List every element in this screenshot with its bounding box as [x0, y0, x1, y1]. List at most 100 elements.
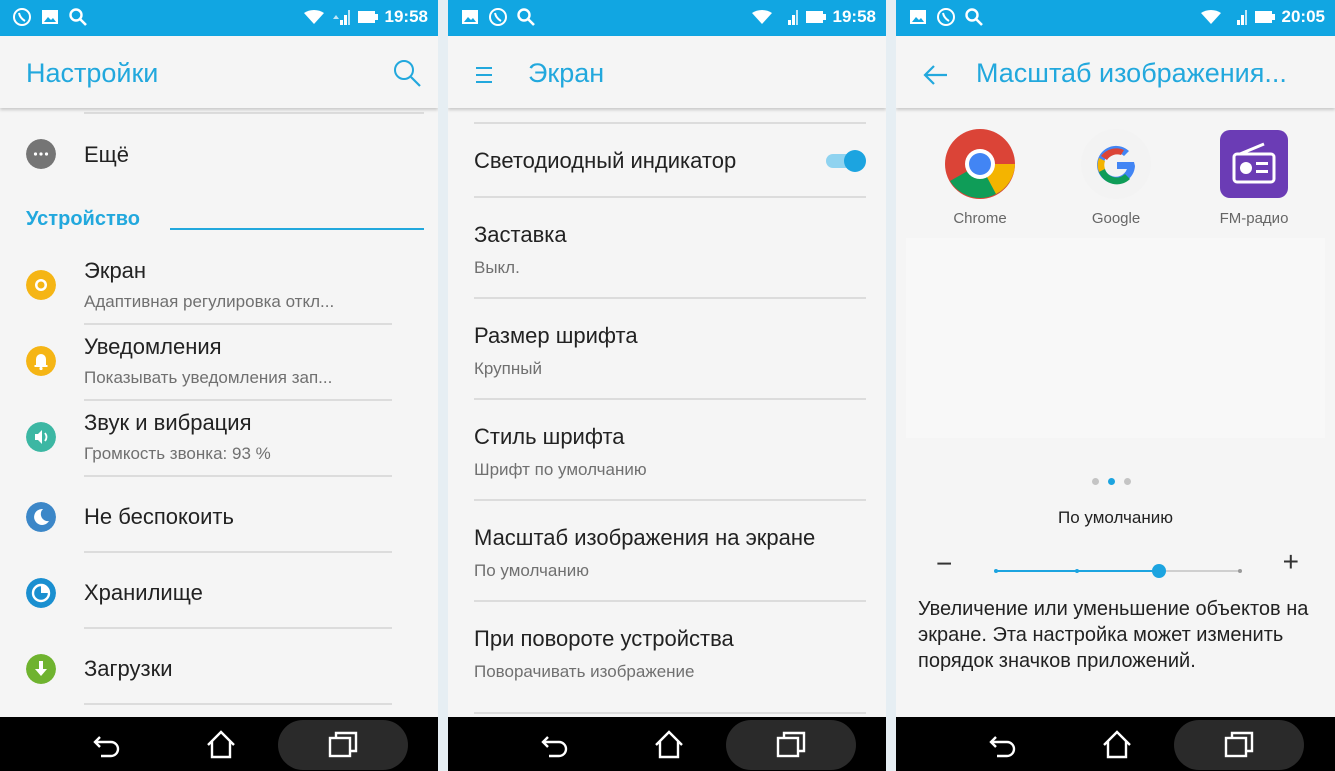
led-indicator-toggle[interactable] [826, 150, 866, 172]
divider [84, 551, 392, 553]
setting-summary: По умолчанию [474, 561, 589, 580]
setting-font-style[interactable]: Стиль шрифта Шрифт по умолчанию [474, 400, 866, 500]
storage-icon [26, 578, 56, 608]
slider-tick [1238, 569, 1242, 573]
settings-item-label: Экран [84, 258, 147, 283]
scale-preview-area: Chrome Google FM-радио По умолчанию − + … [896, 108, 1335, 717]
navigation-bar [0, 717, 438, 771]
home-icon[interactable] [204, 729, 238, 759]
setting-led-indicator[interactable]: Светодиодный индикатор [474, 124, 866, 196]
google-icon [1081, 129, 1151, 199]
scale-description: Увеличение или уменьшение объектов на эк… [918, 598, 1309, 672]
bell-icon [26, 346, 56, 376]
setting-summary: Крупный [474, 359, 542, 378]
battery-icon [357, 11, 378, 23]
navigation-bar [448, 717, 886, 771]
settings-item-storage[interactable]: Хранилище [0, 554, 438, 630]
settings-item-notifications[interactable]: Уведомления Показывать уведомления зап..… [0, 326, 438, 402]
setting-label: Заставка [474, 222, 567, 247]
divider [84, 475, 392, 477]
settings-item-sound[interactable]: Звук и вибрация Громкость звонка: 93 % [0, 402, 438, 478]
settings-item-label: Ещё [84, 142, 130, 167]
divider [84, 399, 392, 401]
display-icon [26, 270, 56, 300]
image-icon [42, 10, 58, 24]
wifi-icon [751, 9, 772, 24]
app-bar: Экран [448, 36, 886, 108]
app-fm-radio: FM-радио [1204, 128, 1304, 227]
screens: 19:58 Настройки Ещё Устройство Экран Ада… [0, 0, 1335, 771]
signal-icon [332, 10, 350, 25]
more-dots-icon [26, 139, 56, 169]
clock: 19:58 [384, 7, 428, 26]
page-title: Масштаб изображения... [976, 58, 1287, 88]
setting-label: При повороте устройства [474, 626, 734, 651]
back-icon[interactable] [538, 729, 572, 759]
divider [84, 627, 392, 629]
decrease-scale-button[interactable]: − [936, 548, 952, 580]
page-dot [1124, 478, 1131, 485]
status-bar: 20:05 [896, 0, 1335, 36]
toggle-knob [844, 150, 866, 172]
status-bar: 19:58 [448, 0, 886, 36]
phone-display-scale: 20:05 Масштаб изображения... Chrome Goog… [896, 0, 1335, 771]
clock: 20:05 [1281, 7, 1325, 26]
increase-scale-button[interactable]: + [1283, 546, 1299, 578]
settings-item-more[interactable]: Ещё [0, 134, 438, 174]
category-header: Устройство [26, 208, 140, 230]
settings-item-label: Уведомления [84, 334, 222, 359]
app-bar: Настройки [0, 36, 438, 108]
search-icon [517, 8, 535, 26]
recent-apps-icon[interactable] [326, 729, 360, 759]
settings-item-do-not-disturb[interactable]: Не беспокоить [0, 478, 438, 554]
app-bar: Масштаб изображения... [896, 36, 1335, 108]
chrome-icon [945, 129, 1015, 199]
setting-label: Светодиодный индикатор [474, 148, 737, 173]
wifi-icon [303, 9, 324, 24]
divider [84, 112, 424, 114]
settings-list: Ещё Устройство Экран Адаптивная регулиро… [0, 108, 438, 717]
app-google: Google [1066, 128, 1166, 227]
viber-icon [13, 8, 31, 26]
setting-label: Масштаб изображения на экране [474, 525, 816, 550]
settings-item-downloads[interactable]: Загрузки [0, 630, 438, 706]
fm-radio-icon [1220, 130, 1288, 198]
settings-item-summary: Адаптивная регулировка откл... [84, 292, 335, 311]
slider-thumb[interactable] [1151, 564, 1166, 578]
scale-slider[interactable] [994, 563, 1242, 579]
page-title: Экран [528, 58, 605, 88]
download-icon [26, 654, 56, 684]
divider [84, 703, 392, 705]
search-icon [69, 8, 87, 26]
back-icon[interactable] [90, 729, 124, 759]
setting-summary: Шрифт по умолчанию [474, 460, 647, 479]
setting-screensaver[interactable]: Заставка Выкл. [474, 198, 866, 298]
slider-tick [994, 569, 998, 573]
category-divider [170, 228, 424, 230]
settings-item-label: Хранилище [84, 580, 203, 605]
signal-icon [787, 10, 798, 25]
menu-icon[interactable] [476, 66, 496, 84]
home-icon[interactable] [1100, 729, 1134, 759]
volume-icon [26, 422, 56, 452]
setting-rotation[interactable]: При повороте устройства Поворачивать изо… [474, 602, 866, 702]
recent-apps-icon[interactable] [774, 729, 808, 759]
back-arrow-icon[interactable] [922, 64, 948, 86]
page-dot-active [1108, 478, 1115, 485]
back-icon[interactable] [986, 729, 1020, 759]
setting-summary: Выкл. [474, 258, 520, 277]
home-icon[interactable] [652, 729, 686, 759]
search-icon [965, 8, 983, 26]
setting-label: Стиль шрифта [474, 424, 625, 449]
navigation-bar [896, 717, 1335, 771]
recent-apps-icon[interactable] [1222, 729, 1256, 759]
setting-display-scale[interactable]: Масштаб изображения на экране По умолчан… [474, 501, 866, 601]
setting-summary: Поворачивать изображение [474, 662, 695, 681]
search-icon[interactable] [392, 58, 422, 88]
settings-item-display[interactable]: Экран Адаптивная регулировка откл... [0, 250, 438, 326]
settings-item-label: Не беспокоить [84, 504, 234, 529]
setting-font-size[interactable]: Размер шрифта Крупный [474, 299, 866, 399]
phone-display: 19:58 Экран Светодиодный индикатор Заста… [448, 0, 886, 771]
signal-icon [1236, 10, 1247, 25]
clock: 19:58 [832, 7, 876, 26]
